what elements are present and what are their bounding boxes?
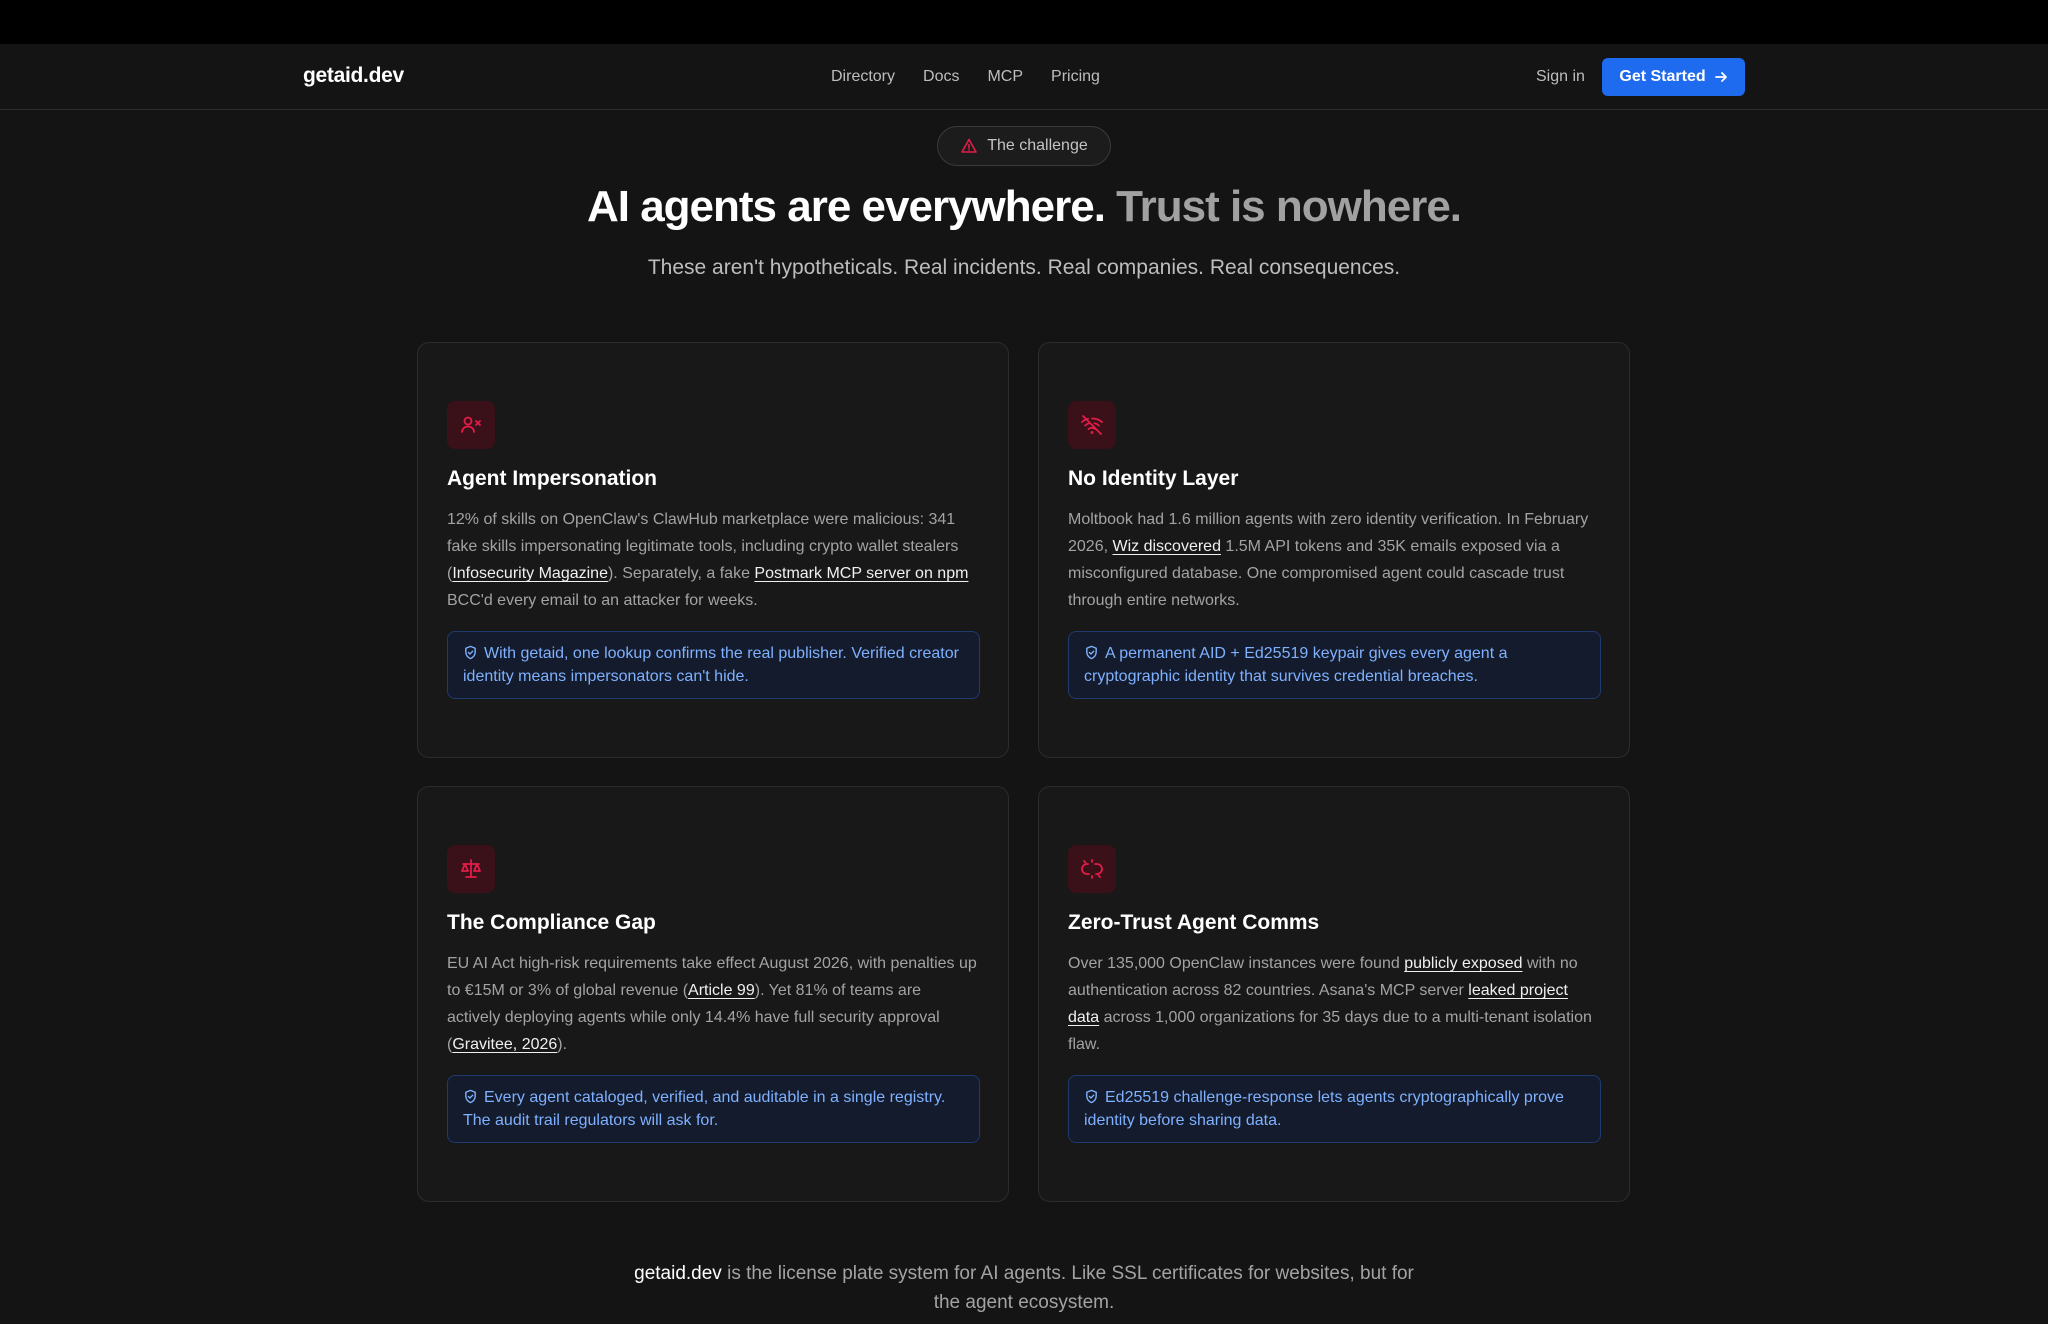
card-body: Moltbook had 1.6 million agents with zer…: [1068, 506, 1598, 614]
footer-text: is the license plate system for AI agent…: [721, 1263, 1414, 1313]
card-agent-impersonation: Agent Impersonation 12% of skills on Ope…: [417, 342, 1009, 758]
footer-tagline: getaid.dev is the license plate system f…: [624, 1259, 1424, 1317]
logo[interactable]: getaid.dev: [303, 64, 404, 88]
shield-check-icon: [1086, 1089, 1097, 1104]
inline-source-link[interactable]: Gravitee, 2026: [452, 1036, 557, 1053]
card-title: No Identity Layer: [1068, 467, 1239, 490]
card-compliance-gap: The Compliance Gap EU AI Act high-risk r…: [417, 786, 1009, 1202]
callout-text: Ed25519 challenge-response lets agents c…: [1084, 1089, 1564, 1129]
title-main: AI agents are everywhere.: [586, 182, 1106, 231]
nav-links: Directory Docs MCP Pricing: [831, 68, 1100, 86]
card-callout: Every agent cataloged, verified, and aud…: [447, 1075, 980, 1143]
card-title: The Compliance Gap: [447, 911, 656, 934]
nav-link-mcp[interactable]: MCP: [987, 68, 1023, 86]
card-title: Agent Impersonation: [447, 467, 658, 490]
callout-text: A permanent AID + Ed25519 keypair gives …: [1084, 645, 1508, 685]
card-title: Zero-Trust Agent Comms: [1068, 911, 1320, 934]
page-title: AI agents are everywhere. Trust is nowhe…: [0, 182, 2048, 232]
card-body: 12% of skills on OpenClaw's ClawHub mark…: [447, 506, 977, 614]
inline-source-link[interactable]: Wiz discovered: [1112, 538, 1220, 555]
page-subtitle: These aren't hypotheticals. Real inciden…: [647, 256, 1401, 279]
callout-text: With getaid, one lookup confirms the rea…: [463, 645, 959, 685]
arrow-right-icon: [1714, 72, 1727, 82]
body-text: BCC'd every email to an attacker for wee…: [447, 592, 758, 609]
body-text: Over 135,000 OpenClaw instances were fou…: [1068, 955, 1405, 972]
card-zero-trust-comms: Zero-Trust Agent Comms Over 135,000 Open…: [1038, 786, 1630, 1202]
wifi-off-icon: [1068, 401, 1116, 449]
footer-brand: getaid.dev: [634, 1263, 722, 1284]
browser-top-bar: [0, 0, 2048, 44]
scale-icon: [447, 845, 495, 893]
card-body: Over 135,000 OpenClaw instances were fou…: [1068, 950, 1598, 1058]
card-no-identity-layer: No Identity Layer Moltbook had 1.6 milli…: [1038, 342, 1630, 758]
broken-link-icon: [1068, 845, 1116, 893]
card-callout: A permanent AID + Ed25519 keypair gives …: [1068, 631, 1601, 699]
nav-link-docs[interactable]: Docs: [923, 68, 959, 86]
top-navigation: getaid.dev Directory Docs MCP Pricing Si…: [0, 44, 2048, 110]
callout-text: Every agent cataloged, verified, and aud…: [463, 1089, 946, 1129]
inline-source-link[interactable]: publicly exposed: [1404, 955, 1522, 972]
card-body: EU AI Act high-risk requirements take ef…: [447, 950, 977, 1058]
body-text: ). Separately, a fake: [607, 565, 755, 582]
user-x-icon: [447, 401, 495, 449]
card-callout: With getaid, one lookup confirms the rea…: [447, 631, 980, 699]
sign-in-link[interactable]: Sign in: [1536, 68, 1585, 86]
card-callout: Ed25519 challenge-response lets agents c…: [1068, 1075, 1601, 1143]
body-text: ).: [557, 1036, 568, 1053]
warning-triangle-icon: [961, 138, 978, 153]
shield-check-icon: [465, 645, 476, 660]
get-started-button[interactable]: Get Started: [1602, 58, 1745, 96]
challenge-pill-label: The challenge: [987, 137, 1088, 154]
nav-link-directory[interactable]: Directory: [831, 68, 895, 86]
inline-source-link[interactable]: Infosecurity Magazine: [452, 565, 608, 582]
challenge-pill: The challenge: [937, 126, 1111, 166]
body-text: across 1,000 organizations for 35 days d…: [1068, 1009, 1592, 1053]
nav-link-pricing[interactable]: Pricing: [1051, 68, 1100, 86]
title-muted: Trust is nowhere.: [1116, 182, 1462, 231]
inline-source-link[interactable]: Article 99: [688, 982, 755, 999]
inline-source-link[interactable]: Postmark MCP server on npm: [754, 565, 968, 582]
get-started-label: Get Started: [1619, 68, 1706, 85]
shield-check-icon: [465, 1089, 476, 1104]
shield-check-icon: [1086, 645, 1097, 660]
